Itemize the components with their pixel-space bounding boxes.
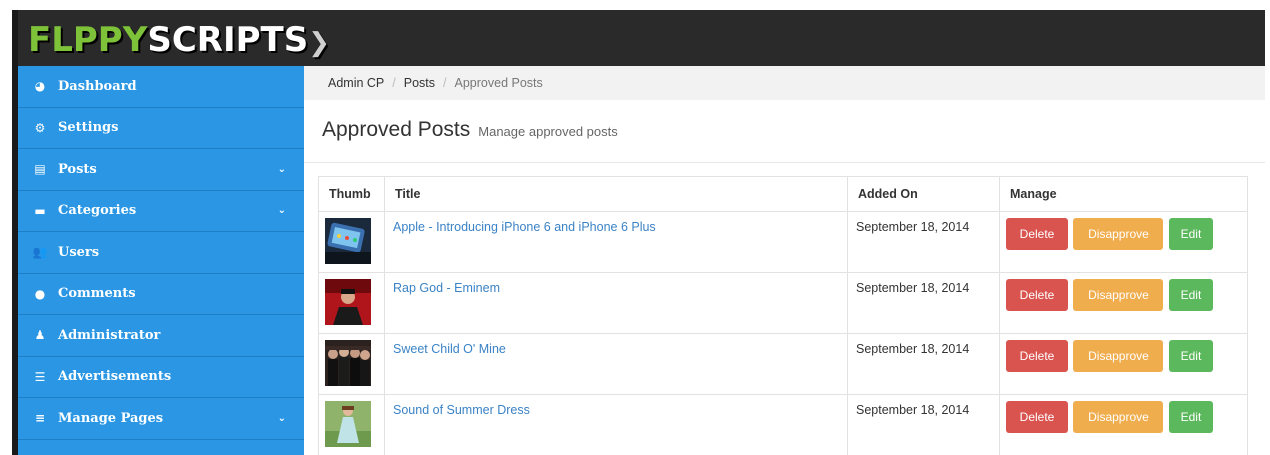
band-thumbnail[interactable]: [325, 340, 371, 386]
dashboard-icon: ◕: [34, 79, 46, 94]
sidebar-item-comments[interactable]: ● Comments: [18, 274, 304, 315]
header-divider: [304, 162, 1265, 163]
sidebar-item-label: Settings: [58, 120, 119, 136]
edit-button[interactable]: Edit: [1168, 340, 1213, 372]
sidebar-item-administrator[interactable]: ♟ Administrator: [18, 315, 304, 357]
sidebar-item-users[interactable]: 👥 Users: [18, 232, 304, 274]
align-left-icon: ≡: [34, 411, 46, 426]
disapprove-button[interactable]: Disapprove: [1073, 340, 1164, 372]
dress-thumbnail[interactable]: [325, 401, 371, 447]
list-alt-icon: ☰: [34, 369, 46, 384]
cogs-icon: ⚙: [34, 120, 46, 135]
table-row: Apple - Introducing iPhone 6 and iPhone …: [318, 211, 1248, 273]
manage-cell: Delete Disapprove Edit: [999, 211, 1248, 273]
page-header: Approved Posts Manage approved posts: [322, 118, 618, 142]
date-cell: September 18, 2014: [847, 394, 1000, 455]
manage-cell: Delete Disapprove Edit: [999, 272, 1248, 334]
main-content: Admin CP / Posts / Approved Posts Approv…: [304, 66, 1265, 455]
page-title: Approved Posts: [322, 118, 471, 141]
delete-button[interactable]: Delete: [1006, 218, 1068, 250]
sidebar-item-posts[interactable]: ▤ Posts ⌄: [18, 149, 304, 191]
sidebar-item-categories[interactable]: ▬ Categories ⌄: [18, 191, 304, 232]
top-navbar: FLPPYSCRIPTS❯: [18, 10, 1265, 66]
list-bars-icon: ▬: [34, 203, 46, 218]
breadcrumb-separator: /: [392, 76, 396, 90]
breadcrumb: Admin CP / Posts / Approved Posts: [304, 66, 1265, 100]
sidebar: ◕ Dashboard ⚙ Settings ▤ Posts ⌄ ▬ Categ…: [18, 66, 304, 455]
sidebar-item-label: Posts: [58, 161, 97, 177]
post-title-link[interactable]: Rap God - Eminem: [393, 281, 500, 295]
edit-button[interactable]: Edit: [1168, 218, 1213, 250]
sidebar-item-label: Comments: [58, 286, 136, 302]
thumb-cell: [318, 272, 385, 334]
disapprove-button[interactable]: Disapprove: [1073, 218, 1164, 250]
page-subtitle: Manage approved posts: [478, 124, 618, 139]
title-cell: Rap God - Eminem: [384, 272, 848, 334]
manage-cell: Delete Disapprove Edit: [999, 333, 1248, 395]
posts-table: Thumb Title Added On Manage Apple - Intr…: [318, 176, 1248, 455]
date-cell: September 18, 2014: [847, 272, 1000, 334]
brand-logo-part2: SCRIPTS: [147, 20, 309, 60]
user-icon: ♟: [34, 328, 46, 343]
chevron-down-icon: ⌄: [277, 205, 286, 217]
title-cell: Apple - Introducing iPhone 6 and iPhone …: [384, 211, 848, 273]
delete-button[interactable]: Delete: [1006, 401, 1068, 433]
file-icon: ▤: [34, 162, 46, 177]
post-title-link[interactable]: Apple - Introducing iPhone 6 and iPhone …: [393, 220, 656, 234]
edit-button[interactable]: Edit: [1168, 279, 1213, 311]
breadcrumb-approved-posts: Approved Posts: [454, 76, 543, 90]
sidebar-item-advertisements[interactable]: ☰ Advertisements: [18, 357, 304, 398]
delete-button[interactable]: Delete: [1006, 279, 1068, 311]
table-row: Sweet Child O' Mine September 18, 2014 D…: [318, 333, 1248, 395]
thumb-cell: [318, 394, 385, 455]
post-title-link[interactable]: Sweet Child O' Mine: [393, 342, 506, 356]
sidebar-item-label: Users: [58, 244, 100, 260]
chevron-down-icon: ⌄: [277, 412, 286, 424]
column-header-manage: Manage: [999, 176, 1248, 212]
sidebar-item-label: Administrator: [58, 327, 161, 343]
thumb-cell: [318, 333, 385, 395]
column-header-added-on: Added On: [847, 176, 1000, 212]
app-frame: FLPPYSCRIPTS❯ ◕ Dashboard ⚙ Settings ▤ P…: [12, 10, 1265, 455]
brand-logo-part1: FLPPY: [28, 20, 148, 60]
sidebar-item-label: Dashboard: [58, 78, 137, 94]
disapprove-button[interactable]: Disapprove: [1073, 279, 1164, 311]
table-header-row: Thumb Title Added On Manage: [318, 176, 1248, 212]
table-row: Sound of Summer Dress September 18, 2014…: [318, 394, 1248, 455]
posts-table-wrapper: Thumb Title Added On Manage Apple - Intr…: [318, 176, 1248, 455]
brand-logo[interactable]: FLPPYSCRIPTS❯: [28, 20, 330, 63]
column-header-thumb: Thumb: [318, 176, 385, 212]
sidebar-item-label: Categories: [58, 203, 137, 219]
sidebar-item-label: Advertisements: [58, 369, 172, 385]
edit-button[interactable]: Edit: [1168, 401, 1213, 433]
brand-swoosh-icon: ❯: [308, 28, 331, 58]
breadcrumb-posts[interactable]: Posts: [404, 76, 435, 90]
thumb-cell: [318, 211, 385, 273]
sidebar-item-settings[interactable]: ⚙ Settings: [18, 108, 304, 149]
column-header-title: Title: [384, 176, 848, 212]
breadcrumb-separator: /: [443, 76, 447, 90]
disapprove-button[interactable]: Disapprove: [1073, 401, 1164, 433]
users-icon: 👥: [32, 245, 48, 260]
title-cell: Sweet Child O' Mine: [384, 333, 848, 395]
eminem-thumbnail[interactable]: [325, 279, 371, 325]
iphone-thumbnail[interactable]: [325, 218, 371, 264]
date-cell: September 18, 2014: [847, 333, 1000, 395]
comments-icon: ●: [34, 286, 46, 301]
table-row: Rap God - Eminem September 18, 2014 Dele…: [318, 272, 1248, 334]
delete-button[interactable]: Delete: [1006, 340, 1068, 372]
sidebar-item-manage-pages[interactable]: ≡ Manage Pages ⌄: [18, 398, 304, 440]
manage-cell: Delete Disapprove Edit: [999, 394, 1248, 455]
sidebar-item-dashboard[interactable]: ◕ Dashboard: [18, 66, 304, 108]
post-title-link[interactable]: Sound of Summer Dress: [393, 403, 530, 417]
date-cell: September 18, 2014: [847, 211, 1000, 273]
sidebar-item-label: Manage Pages: [58, 410, 164, 426]
title-cell: Sound of Summer Dress: [384, 394, 848, 455]
breadcrumb-admin-cp[interactable]: Admin CP: [328, 76, 384, 90]
chevron-down-icon: ⌄: [277, 163, 286, 175]
